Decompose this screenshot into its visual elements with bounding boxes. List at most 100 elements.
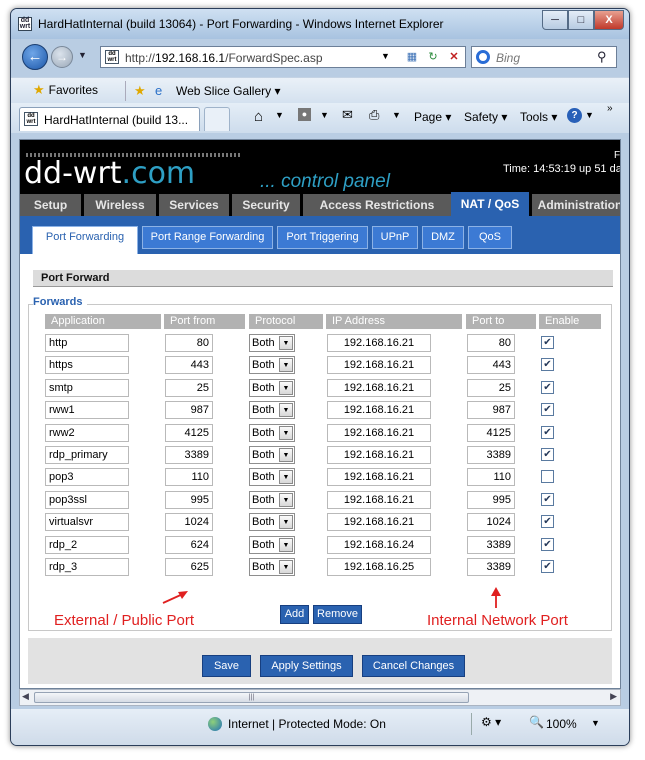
zoom-dropdown-icon[interactable]: ▼ (591, 718, 600, 728)
web-slice-gallery-link[interactable]: Web Slice Gallery ▾ (176, 84, 281, 98)
help-icon[interactable]: ? (567, 108, 582, 123)
protocol-select[interactable]: Both ▼ (249, 378, 295, 397)
subtab-qos[interactable]: QoS (468, 226, 512, 249)
minimize-button[interactable]: ─ (542, 10, 568, 30)
port-from-input[interactable]: 80 (165, 334, 213, 352)
application-input[interactable]: rdp_2 (45, 535, 129, 554)
feeds-icon[interactable]: ● (298, 108, 311, 121)
protocol-select[interactable]: Both ▼ (249, 468, 295, 487)
forward-button[interactable]: → (51, 46, 73, 68)
subtab-port-triggering[interactable]: Port Triggering (277, 226, 368, 249)
port-from-input[interactable]: 25 (165, 378, 213, 397)
port-from-input[interactable]: 987 (165, 401, 213, 420)
subtab-port-range-forwarding[interactable]: Port Range Forwarding (142, 226, 273, 249)
print-dropdown-icon[interactable]: ▼ (392, 110, 401, 120)
port-from-input[interactable]: 1024 (165, 513, 213, 532)
ip-address-input[interactable]: 192.168.16.21 (327, 356, 431, 375)
save-button[interactable]: Save (202, 655, 251, 677)
favorites-button[interactable]: ★ Favorites (33, 82, 98, 98)
enable-checkbox[interactable]: ✔ (541, 492, 554, 506)
stop-icon[interactable]: ✕ (445, 49, 463, 65)
address-url[interactable]: http://192.168.16.1/ForwardSpec.asp (125, 51, 323, 65)
back-button[interactable]: ← (22, 44, 48, 70)
new-tab-button[interactable] (204, 107, 230, 131)
tools-menu[interactable]: Tools ▾ (520, 110, 557, 124)
protocol-select[interactable]: Both ▼ (249, 535, 295, 554)
protocol-select[interactable]: Both ▼ (249, 513, 295, 532)
tab-administration[interactable]: Administration (532, 194, 620, 216)
print-icon[interactable]: ⎙ (369, 107, 379, 123)
application-input[interactable]: http (45, 334, 129, 352)
ip-address-input[interactable]: 192.168.16.21 (327, 423, 431, 442)
help-dropdown-icon[interactable]: ▼ (585, 110, 594, 120)
search-box[interactable]: b Bing ⚲ (471, 46, 617, 68)
compat-view-icon[interactable]: ▦ (403, 49, 421, 65)
chevron-down-icon[interactable]: ▼ (279, 448, 293, 462)
port-to-input[interactable]: 80 (467, 334, 515, 352)
application-input[interactable]: https (45, 356, 129, 375)
scroll-right-icon[interactable]: ▶ (610, 691, 617, 702)
port-to-input[interactable]: 110 (467, 468, 515, 487)
cancel-changes-button[interactable]: Cancel Changes (362, 655, 465, 677)
port-from-input[interactable]: 625 (165, 558, 213, 576)
port-from-input[interactable]: 110 (165, 468, 213, 487)
refresh-icon[interactable]: ↻ (424, 49, 442, 65)
mail-icon[interactable]: ✉ (342, 107, 353, 123)
home-dropdown-icon[interactable]: ▼ (275, 110, 284, 120)
ip-address-input[interactable]: 192.168.16.21 (327, 378, 431, 397)
subtab-port-forwarding[interactable]: Port Forwarding (32, 226, 138, 254)
protocol-select[interactable]: Both ▼ (249, 490, 295, 509)
enable-checkbox[interactable]: ✔ (541, 380, 554, 394)
chevron-down-icon[interactable]: ▼ (279, 560, 293, 574)
remove-button[interactable]: Remove (313, 605, 362, 624)
port-to-input[interactable]: 995 (467, 490, 515, 509)
port-to-input[interactable]: 987 (467, 401, 515, 420)
ip-address-input[interactable]: 192.168.16.21 (327, 490, 431, 509)
subtab-dmz[interactable]: DMZ (422, 226, 464, 249)
enable-checkbox[interactable]: ✔ (541, 336, 554, 349)
address-bar[interactable]: dd wrt http://192.168.16.1/ForwardSpec.as… (100, 46, 466, 68)
safety-menu[interactable]: Safety ▾ (464, 110, 507, 124)
protocol-select[interactable]: Both ▼ (249, 356, 295, 375)
home-icon[interactable]: ⌂ (254, 108, 263, 125)
enable-checkbox[interactable]: ✔ (541, 425, 554, 439)
enable-checkbox[interactable] (541, 470, 554, 484)
chevron-down-icon[interactable]: ▼ (279, 425, 293, 440)
port-to-input[interactable]: 3389 (467, 535, 515, 554)
close-button[interactable]: X (594, 10, 624, 30)
address-dropdown-icon[interactable]: ▼ (381, 51, 390, 61)
port-to-input[interactable]: 4125 (467, 423, 515, 442)
add-button[interactable]: Add (280, 605, 309, 624)
chevron-down-icon[interactable]: ▼ (279, 492, 293, 507)
application-input[interactable]: smtp (45, 378, 129, 397)
application-input[interactable]: rdp_primary (45, 446, 129, 464)
enable-checkbox[interactable]: ✔ (541, 560, 554, 573)
tab-nat-qos[interactable]: NAT / QoS (451, 192, 529, 216)
chevron-down-icon[interactable]: ▼ (279, 336, 293, 350)
port-to-input[interactable]: 25 (467, 378, 515, 397)
application-input[interactable]: virtualsvr (45, 513, 129, 532)
tab-access-restrictions[interactable]: Access Restrictions (303, 194, 451, 216)
enable-checkbox[interactable]: ✔ (541, 358, 554, 372)
ip-address-input[interactable]: 192.168.16.21 (327, 446, 431, 464)
chevron-down-icon[interactable]: ▼ (279, 515, 293, 530)
feeds-dropdown-icon[interactable]: ▼ (320, 110, 329, 120)
protocol-select[interactable]: Both ▼ (249, 334, 295, 352)
ip-address-input[interactable]: 192.168.16.25 (327, 558, 431, 576)
scroll-left-icon[interactable]: ◀ (22, 691, 29, 702)
port-to-input[interactable]: 1024 (467, 513, 515, 532)
port-to-input[interactable]: 3389 (467, 446, 515, 464)
horizontal-scrollbar[interactable]: ◀ ||| ▶ (19, 689, 621, 706)
enable-checkbox[interactable]: ✔ (541, 403, 554, 417)
page-menu[interactable]: Page ▾ (414, 110, 451, 124)
maximize-button[interactable]: □ (568, 10, 594, 30)
subtab-upnp[interactable]: UPnP (372, 226, 418, 249)
ip-address-input[interactable]: 192.168.16.24 (327, 535, 431, 554)
zoom-icon[interactable]: 🔍 (529, 715, 544, 729)
port-from-input[interactable]: 443 (165, 356, 213, 375)
tab-security[interactable]: Security (232, 194, 300, 216)
protocol-select[interactable]: Both ▼ (249, 401, 295, 420)
chevron-down-icon[interactable]: ▼ (279, 358, 293, 373)
tab-services[interactable]: Services (159, 194, 229, 216)
ip-address-input[interactable]: 192.168.16.21 (327, 334, 431, 352)
